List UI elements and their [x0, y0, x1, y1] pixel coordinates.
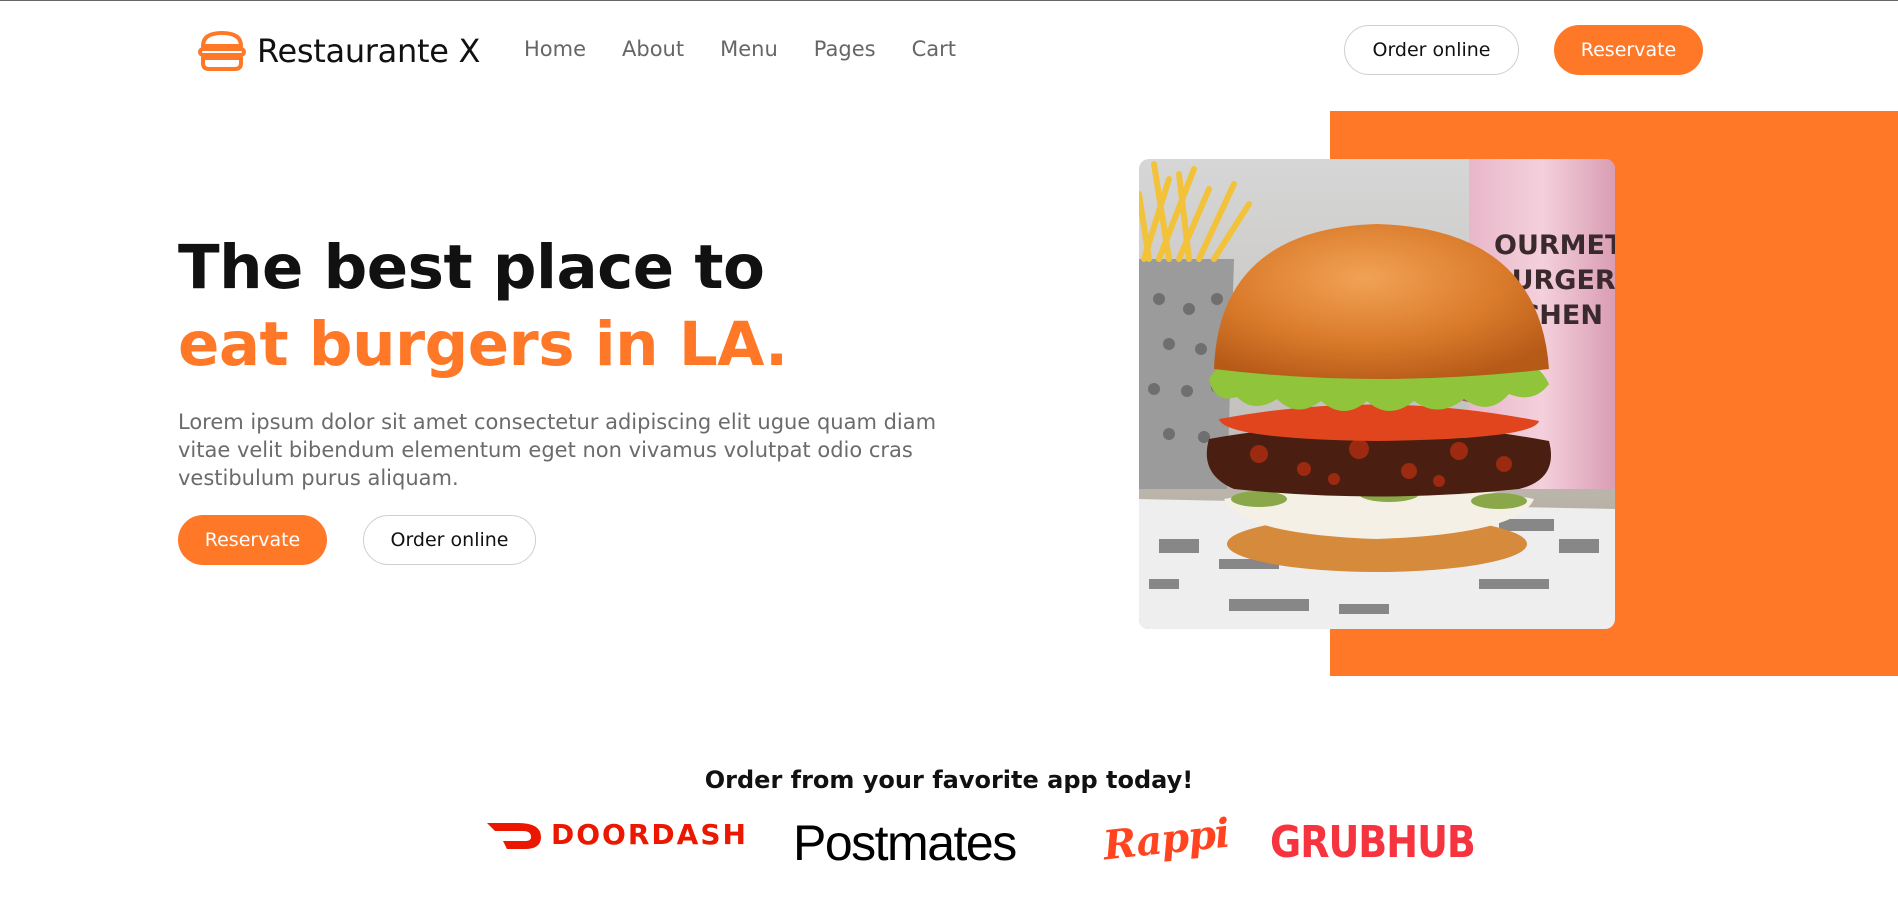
hero-description: Lorem ipsum dolor sit amet consectetur a… [178, 410, 937, 490]
nav-about[interactable]: About [622, 37, 684, 61]
nav-home[interactable]: Home [524, 37, 586, 61]
top-border [0, 0, 1898, 1]
doordash-icon [487, 822, 541, 849]
header-order-online-button[interactable]: Order online [1344, 25, 1519, 75]
hero-title-line2: eat burgers in LA. [178, 309, 788, 380]
cup-text-line1: OURMET [1494, 230, 1615, 261]
header-reservate-button[interactable]: Reservate [1554, 25, 1703, 75]
hero-reservate-button[interactable]: Reservate [178, 515, 327, 565]
nav-pages[interactable]: Pages [814, 37, 876, 61]
doordash-logo[interactable]: DOORDASH [485, 818, 748, 851]
burger-icon [198, 31, 246, 71]
brand-name: Restaurante X [257, 32, 481, 70]
nav-cart[interactable]: Cart [912, 37, 956, 61]
postmates-logo[interactable]: Postmates [793, 814, 1017, 872]
main-nav: Home About Menu Pages Cart [524, 37, 992, 61]
hero-title-line1: The best place to [178, 232, 765, 303]
rappi-logo[interactable]: Rappi [1101, 810, 1231, 870]
burger-photo: OURMET BURGER ITCHEN [1139, 159, 1615, 629]
hero-order-online-button[interactable]: Order online [363, 515, 536, 565]
grubhub-logo[interactable]: GRUBHUB [1270, 817, 1476, 868]
nav-menu[interactable]: Menu [720, 37, 778, 61]
apps-title: Order from your favorite app today! [704, 766, 1194, 794]
brand-logo[interactable]: Restaurante X [197, 30, 480, 72]
